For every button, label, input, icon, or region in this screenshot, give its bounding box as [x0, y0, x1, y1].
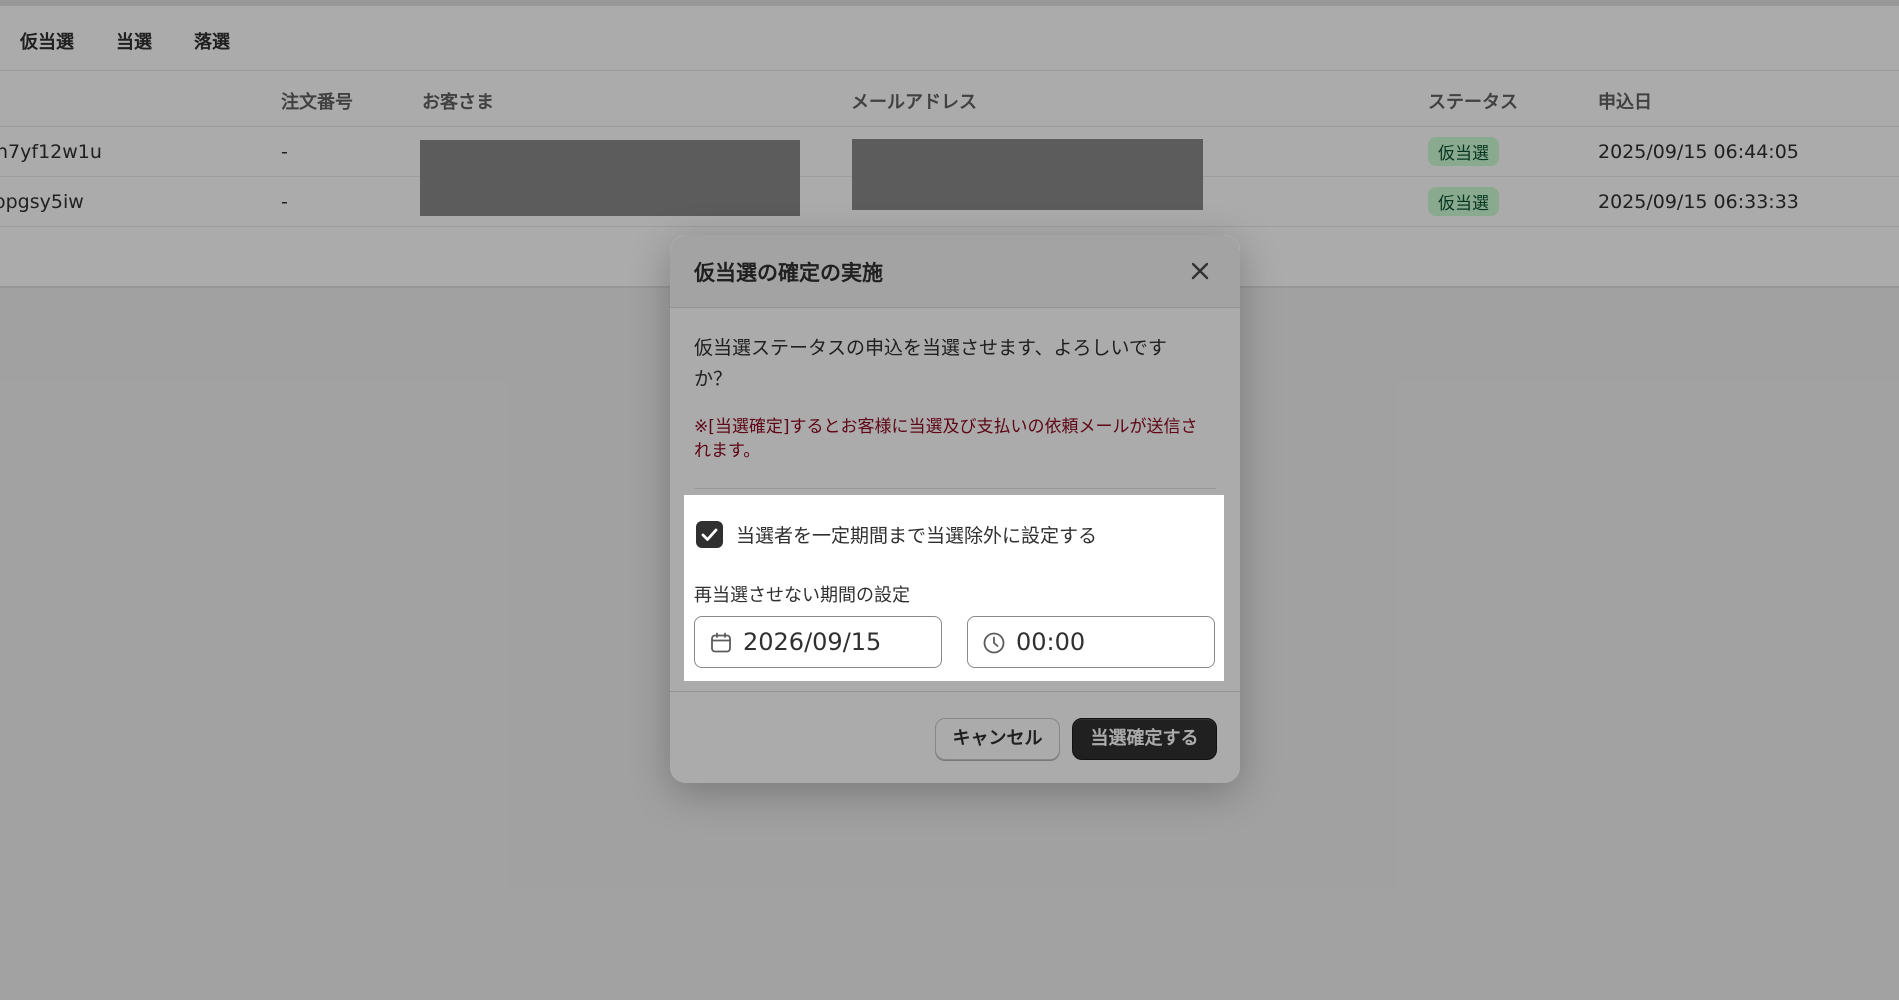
modal-title: 仮当選の確定の実施 [694, 261, 883, 285]
calendar-icon [711, 632, 731, 653]
divider [694, 488, 1216, 489]
exclusion-settings: 当選者を一定期間まで当選除外に設定する 再当選させない期間の設定 2026/09… [684, 495, 1224, 681]
clock-icon [983, 632, 1005, 654]
close-button[interactable] [1182, 253, 1218, 289]
confirm-button[interactable]: 当選確定する [1072, 718, 1217, 760]
time-field[interactable]: 00:00 [967, 616, 1215, 668]
close-icon [1191, 262, 1209, 280]
cancel-button[interactable]: キャンセル [935, 718, 1060, 760]
modal-footer-divider [670, 691, 1240, 692]
checkmark-icon [701, 528, 718, 541]
date-value: 2026/09/15 [743, 628, 882, 656]
exclusion-checkbox[interactable] [696, 521, 723, 548]
modal-warning: ※[当選確定]するとお客様に当選及び支払いの依頼メールが送信されます。 [694, 417, 1198, 461]
exclusion-checkbox-label[interactable]: 当選者を一定期間まで当選除外に設定する [736, 521, 1097, 548]
modal-message: 仮当選ステータスの申込を当選させます、よろしいですか？ [694, 337, 1167, 390]
time-value: 00:00 [1016, 628, 1086, 656]
confirm-modal: 仮当選の確定の実施 仮当選ステータスの申込を当選させます、よろしいですか？ ※[… [670, 235, 1240, 783]
modal-header: 仮当選の確定の実施 [670, 235, 1240, 308]
date-field[interactable]: 2026/09/15 [694, 616, 942, 668]
period-label: 再当選させない期間の設定 [694, 585, 910, 606]
